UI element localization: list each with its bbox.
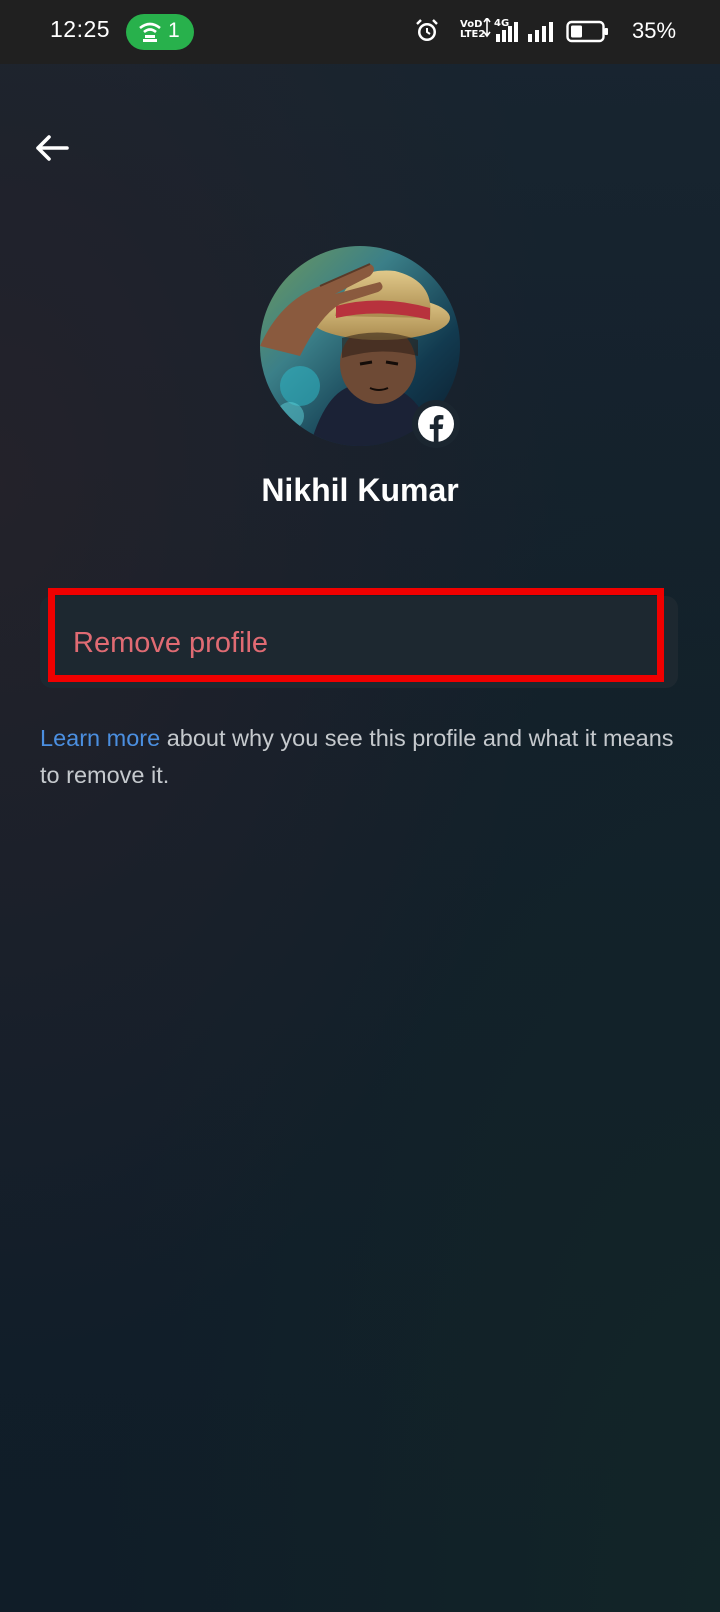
facebook-icon <box>418 406 454 442</box>
battery-icon <box>566 20 608 43</box>
signal-strength-2-icon <box>528 22 553 42</box>
alarm-icon <box>416 19 438 41</box>
wifi-hotspot-icon <box>139 22 161 42</box>
battery-percent: 35% <box>632 18 677 43</box>
back-button[interactable] <box>28 126 76 170</box>
signal-strength-icon <box>483 18 518 42</box>
learn-more-link[interactable]: Learn more <box>40 725 160 751</box>
facebook-badge <box>412 400 460 448</box>
hotspot-pill: 1 <box>126 14 194 50</box>
info-text: Learn more about why you see this profil… <box>40 720 690 794</box>
remove-profile-button[interactable]: Remove profile <box>73 627 268 660</box>
hotspot-count: 1 <box>168 19 180 42</box>
profile-name: Nikhil Kumar <box>261 472 459 508</box>
arrow-left-icon <box>36 135 69 161</box>
status-time: 12:25 <box>50 16 111 42</box>
profile-screen: 12:25 1 VoD LTE2 4G 35% Nikhil Kumar Rem… <box>0 0 720 1612</box>
status-bar: 12:25 1 VoD LTE2 4G 35% <box>0 0 720 64</box>
